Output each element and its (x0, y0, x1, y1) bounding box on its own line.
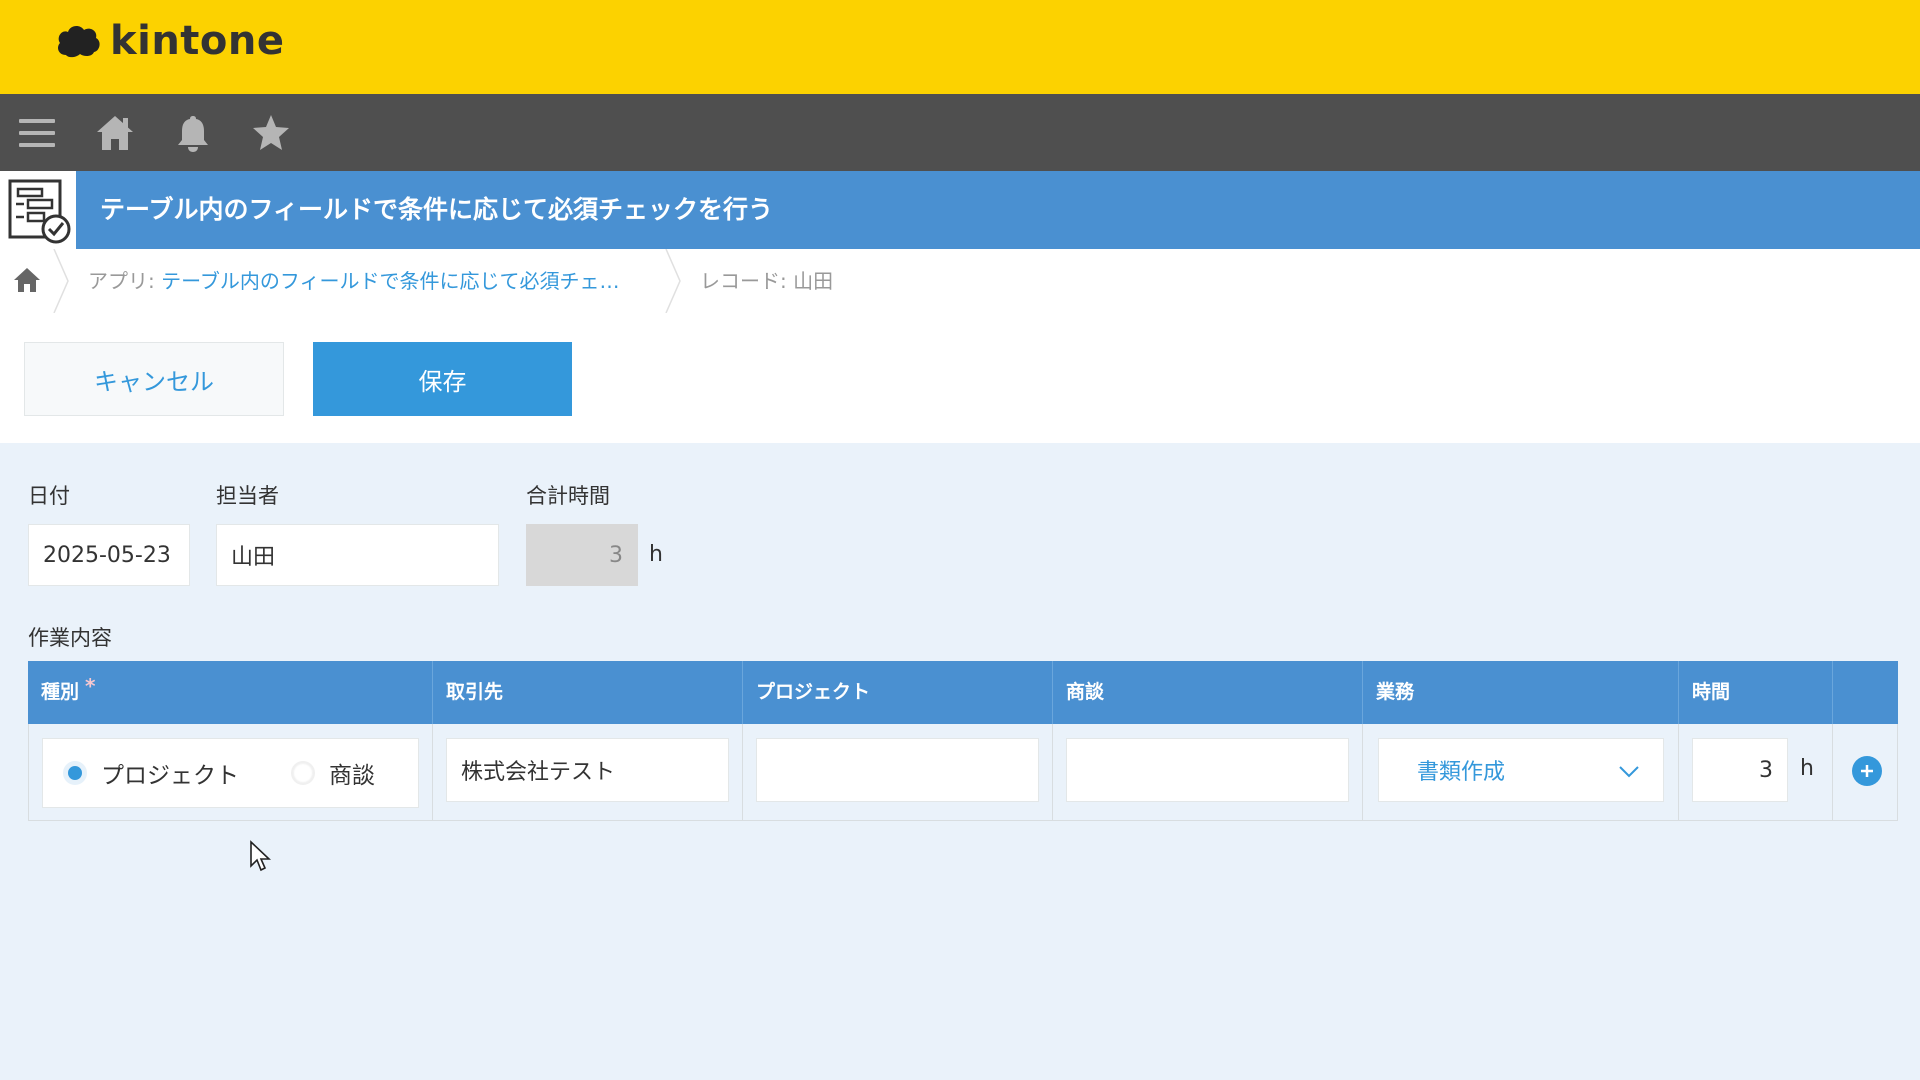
column-divider (1052, 661, 1053, 724)
notifications-button[interactable] (172, 112, 214, 154)
cell-divider (1052, 724, 1053, 821)
kintone-logo[interactable]: kintone (54, 18, 285, 64)
form-check-icon (8, 179, 71, 244)
header-client: 取引先 (446, 681, 504, 703)
radio-deal[interactable]: 商談 (291, 739, 375, 807)
required-mark: * (85, 674, 96, 698)
home-icon (97, 115, 133, 150)
header-hours: 時間 (1692, 681, 1731, 703)
header-type: 種別 * (41, 661, 95, 724)
menu-icon (19, 118, 55, 147)
cell-divider (1362, 724, 1363, 821)
header-deal: 商談 (1066, 681, 1105, 703)
cell-divider (1832, 724, 1833, 821)
hours-unit: h (1800, 756, 1814, 781)
home-icon (14, 268, 40, 292)
breadcrumb-app-prefix: アプリ: (88, 269, 162, 293)
project-field[interactable] (756, 738, 1039, 802)
assignee-label: 担当者 (216, 484, 279, 508)
client-field[interactable]: 株式会社テスト (446, 738, 729, 802)
total-hours-label: 合計時間 (526, 484, 610, 508)
breadcrumb-separator (664, 248, 684, 314)
cell-divider (1678, 724, 1679, 821)
cloud-icon (58, 26, 100, 58)
table-label: 作業内容 (28, 626, 112, 650)
global-nav (0, 94, 1920, 171)
breadcrumb-record: レコード: 山田 (700, 269, 834, 293)
radio-selected-indicator (63, 761, 87, 785)
header-type-text: 種別 (41, 681, 80, 703)
date-field[interactable]: 2025-05-23 (28, 524, 190, 586)
radio-project[interactable]: プロジェクト (63, 739, 239, 807)
header-project: プロジェクト (756, 681, 871, 703)
radio-project-label: プロジェクト (101, 763, 239, 789)
breadcrumb-separator (52, 248, 72, 314)
menu-button[interactable] (16, 112, 58, 154)
task-select[interactable]: 書類作成 (1378, 738, 1664, 802)
cell-divider (432, 724, 433, 821)
app-title: テーブル内のフィールドで条件に応じて必須チェックを行う (100, 195, 774, 224)
cell-divider (742, 724, 743, 821)
home-button[interactable] (94, 112, 136, 154)
save-button[interactable]: 保存 (313, 342, 572, 416)
add-row-button[interactable] (1852, 756, 1882, 786)
app-icon[interactable] (0, 171, 76, 249)
breadcrumb-home[interactable] (12, 265, 44, 297)
column-divider (1832, 661, 1833, 724)
chevron-down-icon (1619, 766, 1639, 778)
date-label: 日付 (28, 484, 70, 508)
bell-icon (178, 115, 208, 152)
logo-text: kintone (110, 18, 285, 64)
hours-field[interactable]: 3 (1692, 738, 1788, 802)
star-icon (253, 114, 289, 150)
action-toolbar (0, 313, 1920, 443)
plus-icon (1861, 765, 1873, 777)
mouse-cursor-icon (250, 840, 272, 872)
breadcrumb-app-link[interactable]: テーブル内のフィールドで条件に応じて必須チェ… (161, 269, 619, 293)
column-divider (1678, 661, 1679, 724)
total-hours-field: 3 (526, 524, 638, 586)
radio-unselected-indicator (291, 761, 315, 785)
type-radio-group: プロジェクト 商談 (42, 738, 419, 808)
header-task: 業務 (1376, 681, 1415, 703)
assignee-field[interactable]: 山田 (216, 524, 499, 586)
table-header: 種別 * 取引先 プロジェクト 商談 業務 時間 (28, 661, 1898, 724)
cancel-button[interactable]: キャンセル (24, 342, 284, 416)
column-divider (432, 661, 433, 724)
column-divider (742, 661, 743, 724)
total-hours-unit: h (649, 542, 663, 567)
column-divider (1362, 661, 1363, 724)
deal-field[interactable] (1066, 738, 1349, 802)
breadcrumb: アプリ: テーブル内のフィールドで条件に応じて必須チェ… レコード: 山田 (0, 248, 1920, 314)
favorites-button[interactable] (250, 112, 292, 154)
task-select-value: 書類作成 (1417, 760, 1506, 785)
top-bar: kintone (0, 0, 1920, 94)
breadcrumb-app: アプリ: テーブル内のフィールドで条件に応じて必須チェ… (88, 249, 620, 313)
radio-deal-label: 商談 (329, 763, 375, 789)
